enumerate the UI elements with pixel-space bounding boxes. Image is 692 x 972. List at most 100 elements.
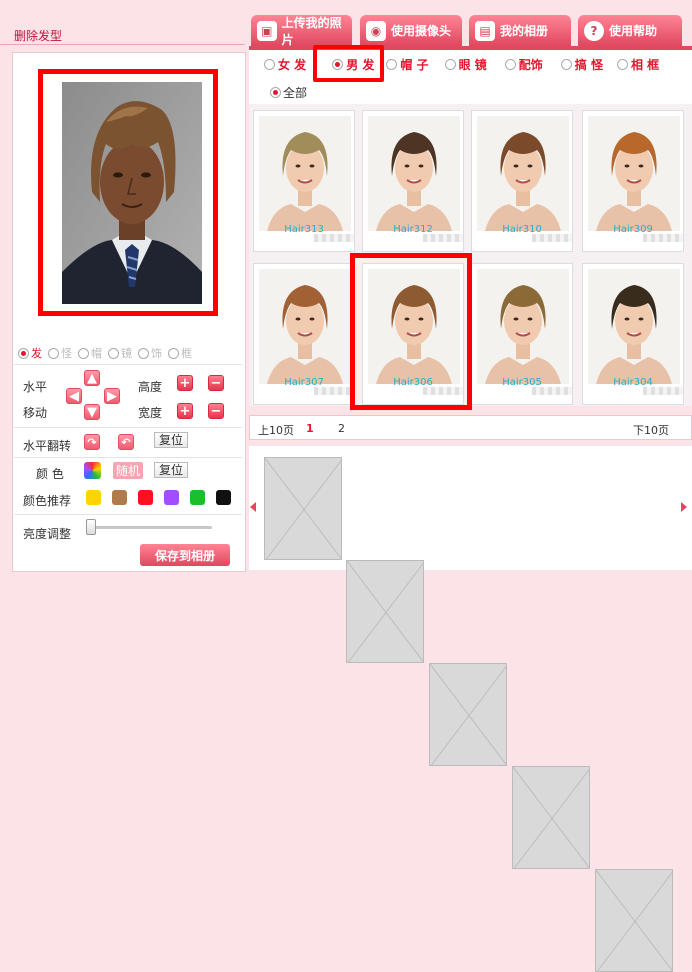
radio-icon	[616, 58, 628, 70]
category-frame[interactable]: 框	[168, 345, 192, 361]
tab-my-album[interactable]: ▤ 我的相册	[469, 15, 571, 46]
tab-upload-photo[interactable]: ▣ 上传我的照片	[251, 15, 352, 47]
radio-icon	[270, 87, 281, 98]
radio-icon	[386, 58, 398, 70]
divider	[14, 427, 242, 428]
hairstyle-card[interactable]: 3Hair310	[471, 110, 573, 252]
color-swatch-green[interactable]	[190, 490, 205, 505]
divider	[14, 457, 242, 458]
divider	[14, 514, 242, 515]
flip-right-button[interactable]: ↶	[118, 434, 134, 450]
watermark-strip	[423, 234, 463, 242]
recommended-colors-label: 颜色推荐	[23, 494, 72, 508]
category-glasses[interactable]: 镜	[108, 345, 132, 361]
hair306-highlight-box	[350, 253, 472, 410]
album-slot[interactable]	[595, 869, 673, 972]
hairstyle-thumbnail	[477, 269, 569, 384]
move-label: 移动	[23, 406, 48, 420]
watermark-strip	[643, 234, 683, 242]
filter-glasses[interactable]: 眼 镜	[444, 56, 487, 73]
color-swatches	[86, 490, 231, 505]
watermark-strip	[314, 234, 354, 242]
hairstyle-card[interactable]: 5Hair307	[253, 263, 355, 405]
color-reset-button[interactable]: 复位	[154, 462, 189, 478]
radio-icon	[78, 347, 89, 359]
radio-icon	[18, 347, 29, 359]
prev-10-pages-link[interactable]: 上10页	[258, 422, 294, 438]
flip-left-button[interactable]: ↷	[84, 434, 100, 450]
hairstyle-thumbnail	[259, 269, 351, 384]
category-radio-row: 发 怪 帽 镜 饰 框	[18, 345, 242, 361]
hairstyle-thumbnail	[477, 116, 569, 231]
height-increase-button[interactable]: +	[177, 375, 193, 391]
filter-frame[interactable]: 相 框	[616, 56, 659, 73]
watermark-strip	[532, 387, 572, 395]
move-up-button[interactable]: ▲	[84, 370, 100, 386]
height-decrease-button[interactable]: −	[208, 375, 224, 391]
hairstyle-card[interactable]: 2Hair312	[362, 110, 464, 252]
brightness-slider-track[interactable]	[86, 526, 212, 529]
album-next-icon[interactable]	[681, 502, 687, 512]
placeholder-cross-icon	[265, 458, 341, 559]
hairstyle-thumbnail	[588, 116, 680, 231]
category-hat[interactable]: 帽	[78, 345, 102, 361]
filter-all[interactable]: 全部	[270, 84, 307, 101]
width-decrease-button[interactable]: −	[208, 403, 224, 419]
upload-photo-icon: ▣	[257, 20, 277, 41]
random-color-button[interactable]: 随机	[113, 462, 143, 479]
color-swatch-red[interactable]	[138, 490, 153, 505]
category-hair[interactable]: 发	[18, 345, 42, 361]
hairstyle-card[interactable]: 4Hair309	[582, 110, 684, 252]
watermark-strip	[643, 387, 683, 395]
radio-icon	[108, 347, 119, 359]
album-slot[interactable]	[346, 560, 424, 663]
album-icon: ▤	[475, 20, 495, 41]
height-label: 高度	[138, 380, 163, 394]
radio-icon	[504, 58, 516, 70]
hairstyle-thumbnail	[259, 116, 351, 231]
portrait-preview[interactable]	[62, 82, 202, 304]
move-right-button[interactable]: ▶	[104, 388, 120, 404]
color-picker-icon[interactable]	[84, 462, 101, 479]
flip-reset-button[interactable]: 复位	[154, 432, 189, 448]
category-funny[interactable]: 怪	[48, 345, 72, 361]
hairstyle-card[interactable]: 8Hair304	[582, 263, 684, 405]
move-down-button[interactable]: ▼	[84, 404, 100, 420]
color-swatch-brown[interactable]	[112, 490, 127, 505]
horizontal-label: 水平	[23, 380, 48, 394]
tab-use-webcam[interactable]: ◉ 使用摄像头	[360, 15, 462, 46]
width-label: 宽度	[138, 406, 163, 420]
filter-accessory[interactable]: 配饰	[504, 56, 543, 73]
delete-hairstyle-link[interactable]: 删除发型	[14, 27, 62, 44]
album-prev-icon[interactable]	[250, 502, 256, 512]
album-slot[interactable]	[264, 457, 342, 560]
radio-icon	[48, 347, 59, 359]
color-swatch-purple[interactable]	[164, 490, 179, 505]
filter-hat[interactable]: 帽 子	[386, 56, 429, 73]
placeholder-cross-icon	[513, 767, 589, 868]
album-slot[interactable]	[429, 663, 507, 766]
album-slot[interactable]	[512, 766, 590, 869]
radio-icon	[560, 58, 572, 70]
hairstyle-card[interactable]: 7Hair305	[471, 263, 573, 405]
watermark-strip	[314, 387, 354, 395]
pager: 上10页 1 2 下10页	[249, 415, 692, 440]
save-to-album-button[interactable]: 保存到相册	[140, 544, 230, 566]
next-10-pages-link[interactable]: 下10页	[633, 422, 669, 438]
filter-female-hair[interactable]: 女 发	[264, 56, 306, 73]
color-swatch-black[interactable]	[216, 490, 231, 505]
category-accessory[interactable]: 饰	[138, 345, 162, 361]
filter-funny[interactable]: 搞 怪	[560, 56, 603, 73]
divider	[14, 364, 242, 365]
page-2-link[interactable]: 2	[338, 422, 345, 435]
tab-help[interactable]: ? 使用帮助	[578, 15, 682, 46]
page-1-link[interactable]: 1	[306, 422, 314, 435]
move-left-button[interactable]: ◀	[66, 388, 82, 404]
brightness-label: 亮度调整	[23, 527, 72, 541]
help-icon: ?	[584, 20, 604, 41]
color-swatch-yellow[interactable]	[86, 490, 101, 505]
radio-icon	[264, 58, 275, 70]
brightness-slider-handle[interactable]	[86, 519, 96, 535]
width-increase-button[interactable]: +	[177, 403, 193, 419]
hairstyle-card[interactable]: 1Hair313	[253, 110, 355, 252]
